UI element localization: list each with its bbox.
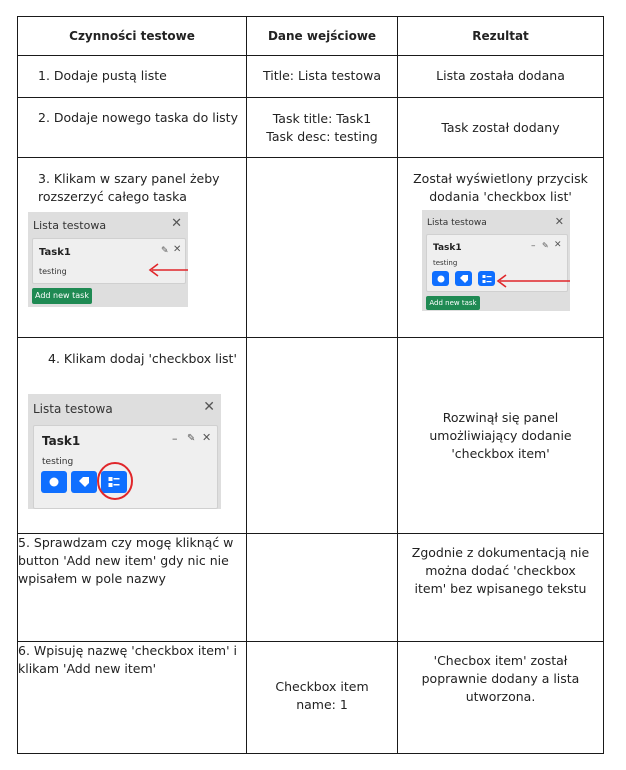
add-task-button: Add new task [32, 288, 92, 304]
close-icon: ✕ [202, 431, 212, 444]
input-cell [246, 157, 398, 338]
input-cell: Checkbox item name: 1 [246, 641, 398, 754]
close-icon: ✕ [203, 399, 215, 415]
list-title: Lista testowa [427, 218, 487, 228]
input-cell: Task title: Task1 Task desc: testing [246, 97, 398, 158]
input-line: Task desc: testing [266, 129, 378, 144]
close-icon: ✕ [554, 240, 562, 250]
table-row: 3. Klikam w szary panel żeby rozszerzyć … [17, 157, 604, 338]
red-arrow-icon [148, 263, 188, 277]
input-line: Task title: Task1 [272, 111, 372, 126]
header-result: Rezultat [397, 16, 604, 56]
step-text: 3. Klikam w szary panel żeby rozszerzyć … [38, 171, 220, 204]
edit-icon: ✎ [542, 241, 549, 250]
red-arrow-icon [496, 274, 570, 288]
tag-button [455, 271, 472, 286]
table-row: 2. Dodaje nowego taska do listy Task tit… [17, 97, 604, 158]
step-text: 4. Klikam dodaj 'checkbox list' [48, 351, 237, 366]
step-cell: 4. Klikam dodaj 'checkbox list' Lista te… [17, 337, 247, 534]
list-title: Lista testowa [33, 402, 113, 416]
task-name: Task1 [39, 247, 71, 258]
task-card: Task1 testing – ✎ ✕ [33, 425, 218, 509]
header-input: Dane wejściowe [246, 16, 398, 56]
result-cell: 'Checbox item' został poprawnie dodany a… [397, 641, 604, 754]
screenshot-task-collapsed: Lista testowa ✕ Task1 testing ✎ ✕ Add ne… [28, 212, 188, 307]
task-desc: testing [39, 267, 67, 276]
step-cell: 2. Dodaje nowego taska do listy [17, 97, 247, 158]
task-desc: testing [42, 457, 74, 467]
step-cell: 5. Sprawdzam czy mogę kliknąć w button '… [17, 533, 247, 642]
task-desc: testing [433, 259, 458, 267]
step-cell: 6. Wpisuję nazwę 'checkbox item' i klika… [17, 641, 247, 754]
step-cell: 3. Klikam w szary panel żeby rozszerzyć … [17, 157, 247, 338]
result-cell: Zgodnie z dokumentacją nie można dodać '… [397, 533, 604, 642]
list-header: Lista testowa ✕ [28, 212, 188, 236]
red-circle-highlight [97, 462, 133, 500]
screenshot-checkbox-list: Lista testowa ✕ Task1 testing – ✎ ✕ [28, 394, 221, 509]
table-row: 5. Sprawdzam czy mogę kliknąć w button '… [17, 533, 604, 642]
test-case-table: Czynności testowe Dane wejściowe Rezulta… [17, 16, 604, 754]
edit-icon: ✎ [187, 433, 196, 444]
input-cell: Title: Lista testowa [246, 55, 398, 98]
list-title: Lista testowa [33, 219, 107, 232]
edit-icon: ✎ [161, 246, 169, 256]
result-cell: Task został dodany [397, 97, 604, 158]
input-cell [246, 337, 398, 534]
screenshot-task-expanded: Lista testowa ✕ Task1 testing – ✎ ✕ Add … [422, 210, 570, 311]
result-cell: Lista została dodana [397, 55, 604, 98]
list-header: Lista testowa ✕ [28, 394, 221, 420]
minimize-icon: – [172, 432, 178, 445]
input-cell [246, 533, 398, 642]
table-row: 1. Dodaje pustą liste Title: Lista testo… [17, 55, 604, 98]
tag-button [71, 471, 97, 493]
result-cell: Został wyświetlony przycisk dodania 'che… [397, 157, 604, 338]
close-icon: ✕ [173, 244, 182, 255]
step-cell: 1. Dodaje pustą liste [17, 55, 247, 98]
task-card: Task1 testing ✎ ✕ [32, 238, 186, 284]
info-button [41, 471, 67, 493]
list-header: Lista testowa ✕ [422, 210, 570, 230]
table-row: 6. Wpisuję nazwę 'checkbox item' i klika… [17, 641, 604, 754]
table-header-row: Czynności testowe Dane wejściowe Rezulta… [17, 16, 604, 56]
info-button [432, 271, 449, 286]
close-icon: ✕ [171, 216, 182, 231]
result-cell: Rozwinął się panel umożliwiający dodanie… [397, 337, 604, 534]
minimize-icon: – [531, 241, 536, 251]
task-name: Task1 [42, 434, 81, 448]
checkbox-list-button [478, 271, 495, 286]
close-icon: ✕ [554, 215, 564, 228]
header-steps: Czynności testowe [17, 16, 247, 56]
table-row: 4. Klikam dodaj 'checkbox list' Lista te… [17, 337, 604, 534]
result-text: Został wyświetlony przycisk dodania 'che… [413, 171, 588, 204]
add-task-button: Add new task [426, 296, 480, 310]
